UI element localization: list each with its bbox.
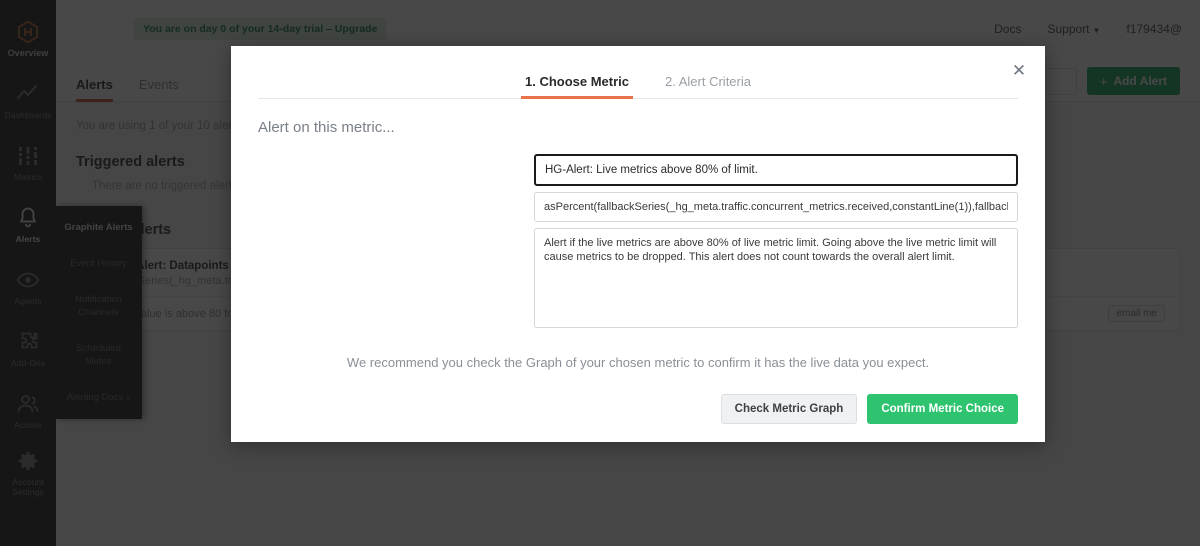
modal-heading: Alert on this metric... [258,119,395,136]
check-metric-graph-button[interactable]: Check Metric Graph [720,394,858,424]
close-icon[interactable]: ✕ [1009,60,1029,80]
alert-name-row [258,154,1018,186]
modal-actions: Check Metric Graph Confirm Metric Choice [258,394,1018,424]
tab-alert-criteria[interactable]: 2. Alert Criteria [661,74,755,98]
metric-expression-row [258,186,1018,222]
modal-tabs: 1. Choose Metric 2. Alert Criteria [258,46,1018,99]
metric-expression-input[interactable] [534,192,1018,222]
alert-name-input[interactable] [534,154,1018,186]
tab-choose-metric[interactable]: 1. Choose Metric [520,74,634,99]
choose-metric-modal: ✕ 1. Choose Metric 2. Alert Criteria Ale… [231,46,1045,442]
alert-description-textarea[interactable]: Alert if the live metrics are above 80% … [534,228,1018,328]
alert-description-row: Alert if the live metrics are above 80% … [258,222,1018,328]
modal-body: Alert on this metric... Alert if the liv… [231,99,1045,424]
confirm-metric-choice-button[interactable]: Confirm Metric Choice [867,394,1018,424]
recommendation-text: We recommend you check the Graph of your… [346,355,930,370]
app-root: You are on day 0 of your 14-day trial – … [0,0,1200,546]
